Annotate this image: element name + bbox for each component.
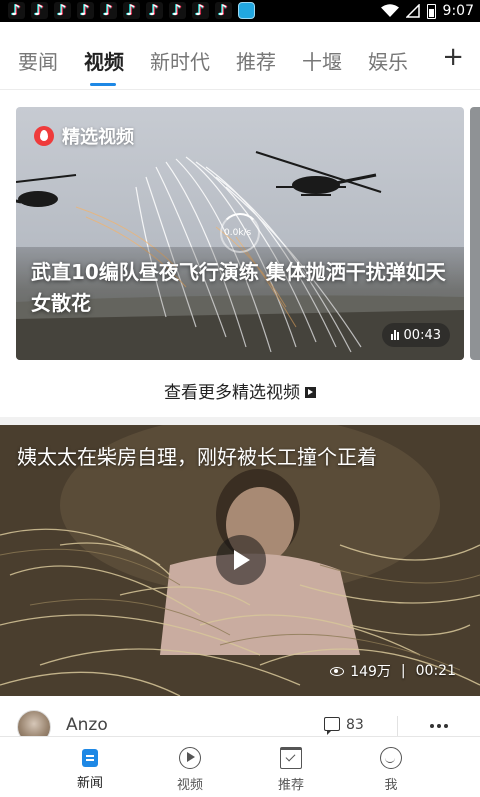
loading-rate: 0.0k/s (224, 228, 252, 238)
more-featured-videos-link[interactable]: 查看更多精选视频 (0, 378, 480, 403)
battery-icon (426, 3, 436, 19)
me-icon (380, 747, 402, 769)
app-icon (238, 2, 255, 19)
view-count: 149万 (350, 664, 391, 680)
nav-video-label: 视频 (176, 778, 203, 793)
section-divider (0, 417, 480, 425)
tiktok-icon (54, 0, 71, 20)
row-divider (397, 716, 398, 736)
notification-icons (8, 0, 255, 20)
featured-badge: 精选视频 (34, 123, 134, 149)
video-icon (179, 747, 201, 769)
wifi-icon (380, 4, 399, 17)
featured-badge-label: 精选视频 (62, 127, 134, 148)
active-tab-indicator (90, 83, 116, 86)
news-icon (82, 749, 98, 767)
eye-icon (330, 666, 345, 676)
video-author-row: Anzo 83 (0, 700, 480, 744)
more-options-icon[interactable] (430, 724, 448, 728)
nav-video[interactable]: 视频 (160, 747, 220, 793)
tiktok-icon (31, 0, 48, 20)
tiktok-icon (146, 0, 163, 20)
author-name[interactable]: Anzo (66, 715, 108, 735)
nav-news-label: 新闻 (76, 776, 103, 791)
bottom-navigation: 新闻 视频 推荐 我 (0, 736, 480, 797)
clock: 9:07 (442, 3, 474, 19)
tiktok-icon (100, 0, 117, 20)
nav-recommend[interactable]: 推荐 (261, 747, 321, 793)
channel-tab-bar: 要闻 视频 新时代 推荐 十堰 娱乐 + (0, 22, 480, 90)
nav-me[interactable]: 我 (361, 747, 421, 793)
tiktok-icon (123, 0, 140, 20)
play-icon (236, 553, 247, 567)
fire-icon (34, 126, 54, 146)
tab-shiyan[interactable]: 十堰 (302, 46, 342, 75)
featured-duration-badge: 00:43 (381, 323, 450, 347)
nav-news[interactable]: 新闻 (60, 747, 120, 791)
tiktok-icon (77, 0, 94, 20)
tiktok-icon (169, 0, 186, 20)
play-button[interactable] (216, 535, 266, 585)
signal-icon (405, 4, 420, 18)
featured-video-card[interactable]: 精选视频 0.0k/s 武直10编队昼夜飞行演练 集体抛洒干扰弹如天女散花 00… (16, 107, 464, 360)
nav-me-label: 我 (384, 778, 398, 793)
tab-new-era[interactable]: 新时代 (150, 46, 210, 75)
tab-video[interactable]: 视频 (84, 46, 124, 75)
system-icons: 9:07 (380, 2, 474, 20)
arrow-right-icon (305, 387, 316, 398)
featured-video-title: 武直10编队昼夜飞行演练 集体抛洒干扰弹如天女散花 (31, 260, 446, 315)
equalizer-icon (390, 330, 399, 340)
video-title: 姨太太在柴房自理，刚好被长工撞个正着 (17, 445, 377, 469)
add-channel-button[interactable]: + (442, 42, 464, 72)
nav-recommend-label: 推荐 (277, 778, 304, 793)
next-featured-card[interactable] (470, 107, 480, 360)
comment-icon[interactable] (324, 717, 340, 735)
video-card[interactable]: 姨太太在柴房自理，刚好被长工撞个正着 149万 | 00:21 (0, 425, 480, 696)
video-meta: 149万 | 00:21 (330, 661, 456, 681)
recommend-icon (280, 747, 302, 769)
more-featured-videos-label: 查看更多精选视频 (164, 383, 300, 403)
tiktok-icon (215, 0, 232, 20)
tab-entertainment[interactable]: 娱乐 (368, 46, 408, 75)
tab-yaowen[interactable]: 要闻 (18, 46, 58, 75)
status-bar: 9:07 (0, 0, 480, 22)
tiktok-icon (192, 0, 209, 20)
tiktok-icon (8, 0, 25, 20)
tab-recommend[interactable]: 推荐 (236, 46, 276, 75)
featured-duration: 00:43 (403, 327, 441, 343)
meta-separator: | (400, 663, 406, 679)
video-duration: 00:21 (415, 663, 456, 679)
comment-count[interactable]: 83 (346, 717, 364, 733)
